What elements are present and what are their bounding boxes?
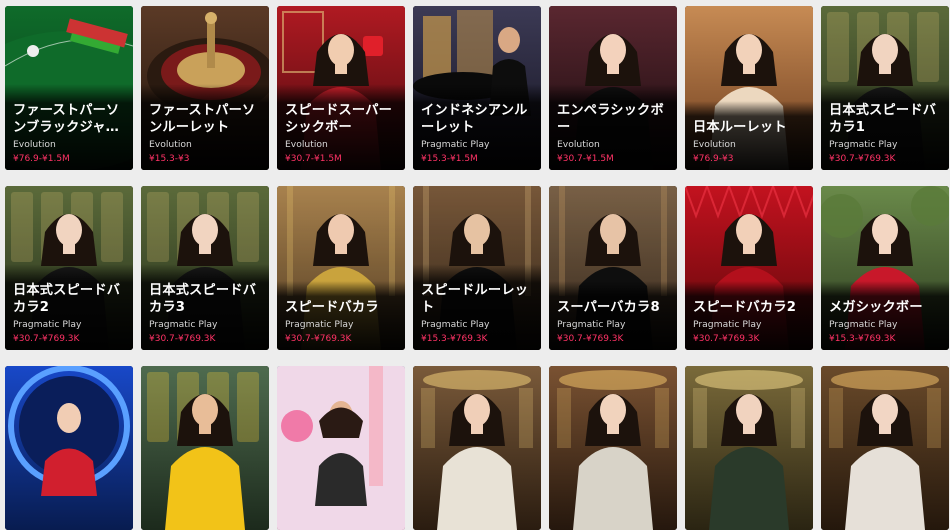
game-title: 日本式スピードバカラ2	[13, 283, 121, 315]
game-info: 日本式スピードバカラ1 Pragmatic Play ¥30.7-¥769.3K	[821, 84, 949, 170]
game-card[interactable]	[685, 366, 813, 530]
game-title: スピードスーパーシックボー	[285, 103, 392, 135]
game-title: エンペラシックボー	[557, 103, 664, 135]
game-thumbnail	[277, 366, 405, 530]
game-provider: Pragmatic Play	[285, 319, 354, 330]
game-info: ファーストパーソンブラックジャ… Evolution ¥76.9-¥1.5M	[5, 84, 133, 170]
blue-ring-thumbnail	[5, 366, 133, 530]
game-provider: Pragmatic Play	[421, 139, 490, 150]
casino-4-thumbnail	[821, 366, 949, 530]
game-provider: Evolution	[149, 139, 192, 150]
game-card[interactable]: 日本式スピードバカラ1 Pragmatic Play ¥30.7-¥769.3K	[821, 6, 949, 170]
game-grid: ファーストパーソンブラックジャ… Evolution ¥76.9-¥1.5M ファー…	[5, 6, 949, 530]
game-provider: Evolution	[557, 139, 600, 150]
game-card[interactable]: スピードバカラ2 Pragmatic Play ¥30.7-¥769.3K	[685, 186, 813, 350]
game-provider: Pragmatic Play	[421, 319, 490, 330]
yellow-dress-thumbnail	[141, 366, 269, 530]
game-card[interactable]: 日本ルーレット Evolution ¥76.9-¥3	[685, 6, 813, 170]
casino-2-thumbnail	[549, 366, 677, 530]
casino-1-thumbnail	[413, 366, 541, 530]
game-card[interactable]	[549, 366, 677, 530]
game-thumbnail	[821, 366, 949, 530]
game-info: 日本式スピードバカラ3 Pragmatic Play ¥30.7-¥769.3K	[141, 264, 269, 350]
game-info: インドネシアンルーレット Pragmatic Play ¥15.3-¥1.5M	[413, 84, 541, 170]
bet-range: ¥15.3-¥1.5M	[421, 154, 478, 164]
bet-range: ¥76.9-¥1.5M	[13, 154, 70, 164]
bet-range: ¥15.3-¥769.3K	[421, 334, 488, 344]
game-card[interactable]: ファーストパーソンブラックジャ… Evolution ¥76.9-¥1.5M	[5, 6, 133, 170]
game-card[interactable]: スピードスーパーシックボー Evolution ¥30.7-¥1.5M	[277, 6, 405, 170]
game-thumbnail	[5, 366, 133, 530]
bet-range: ¥30.7-¥769.3K	[285, 334, 352, 344]
game-title: スピードバカラ	[285, 300, 379, 315]
game-info: スピードルーレット Pragmatic Play ¥15.3-¥769.3K	[413, 264, 541, 350]
bet-range: ¥30.7-¥769.3K	[829, 154, 896, 164]
bet-range: ¥76.9-¥3	[693, 154, 734, 164]
game-card[interactable]	[5, 366, 133, 530]
game-provider: Pragmatic Play	[13, 319, 82, 330]
candy-thumbnail	[277, 366, 405, 530]
bet-range: ¥30.7-¥769.3K	[693, 334, 760, 344]
game-title: ファーストパーソンブラックジャ…	[13, 103, 120, 135]
game-provider: Evolution	[13, 139, 56, 150]
bet-range: ¥30.7-¥769.3K	[149, 334, 216, 344]
game-info: スーパーバカラ8 Pragmatic Play ¥30.7-¥769.3K	[549, 281, 677, 350]
game-thumbnail	[549, 366, 677, 530]
game-thumbnail	[413, 366, 541, 530]
game-provider: Pragmatic Play	[149, 319, 218, 330]
bet-range: ¥30.7-¥769.3K	[557, 334, 624, 344]
bet-range: ¥30.7-¥769.3K	[13, 334, 80, 344]
game-card[interactable]	[413, 366, 541, 530]
game-info: エンペラシックボー Evolution ¥30.7-¥1.5M	[549, 84, 677, 170]
game-title: スピードバカラ2	[693, 300, 797, 315]
game-info: スピードスーパーシックボー Evolution ¥30.7-¥1.5M	[277, 84, 405, 170]
game-info: 日本ルーレット Evolution ¥76.9-¥3	[685, 101, 813, 170]
game-card[interactable]: スピードルーレット Pragmatic Play ¥15.3-¥769.3K	[413, 186, 541, 350]
game-provider: Pragmatic Play	[693, 319, 762, 330]
bet-range: ¥30.7-¥1.5M	[285, 154, 342, 164]
game-thumbnail	[685, 366, 813, 530]
game-card[interactable]: 日本式スピードバカラ3 Pragmatic Play ¥30.7-¥769.3K	[141, 186, 269, 350]
bet-range: ¥30.7-¥1.5M	[557, 154, 614, 164]
game-info: メガシックボー Pragmatic Play ¥15.3-¥769.3K	[821, 281, 949, 350]
game-card[interactable]: インドネシアンルーレット Pragmatic Play ¥15.3-¥1.5M	[413, 6, 541, 170]
game-provider: Evolution	[693, 139, 736, 150]
bet-range: ¥15.3-¥769.3K	[829, 334, 896, 344]
game-card[interactable]: スピードバカラ Pragmatic Play ¥30.7-¥769.3K	[277, 186, 405, 350]
game-info: スピードバカラ2 Pragmatic Play ¥30.7-¥769.3K	[685, 281, 813, 350]
game-card[interactable]	[277, 366, 405, 530]
casino-3-thumbnail	[685, 366, 813, 530]
game-card[interactable]: メガシックボー Pragmatic Play ¥15.3-¥769.3K	[821, 186, 949, 350]
game-card[interactable]: 日本式スピードバカラ2 Pragmatic Play ¥30.7-¥769.3K	[5, 186, 133, 350]
game-card[interactable]	[821, 366, 949, 530]
game-info: スピードバカラ Pragmatic Play ¥30.7-¥769.3K	[277, 281, 405, 350]
game-card[interactable]: スーパーバカラ8 Pragmatic Play ¥30.7-¥769.3K	[549, 186, 677, 350]
game-info: ファーストパーソンルーレット Evolution ¥15.3-¥3	[141, 84, 269, 170]
game-provider: Evolution	[285, 139, 328, 150]
game-thumbnail	[141, 366, 269, 530]
game-title: インドネシアンルーレット	[421, 103, 528, 135]
game-provider: Pragmatic Play	[829, 139, 898, 150]
game-title: スーパーバカラ8	[557, 300, 660, 315]
game-card[interactable]: エンペラシックボー Evolution ¥30.7-¥1.5M	[549, 6, 677, 170]
game-title: メガシックボー	[829, 300, 923, 315]
game-provider: Pragmatic Play	[557, 319, 626, 330]
game-provider: Pragmatic Play	[829, 319, 898, 330]
game-card[interactable]: ファーストパーソンルーレット Evolution ¥15.3-¥3	[141, 6, 269, 170]
game-title: 日本ルーレット	[693, 120, 787, 135]
bet-range: ¥15.3-¥3	[149, 154, 190, 164]
game-info: 日本式スピードバカラ2 Pragmatic Play ¥30.7-¥769.3K	[5, 264, 133, 350]
game-title: 日本式スピードバカラ3	[149, 283, 257, 315]
game-card[interactable]	[141, 366, 269, 530]
game-title: スピードルーレット	[421, 283, 529, 315]
game-title: ファーストパーソンルーレット	[149, 103, 256, 135]
game-title: 日本式スピードバカラ1	[829, 103, 937, 135]
